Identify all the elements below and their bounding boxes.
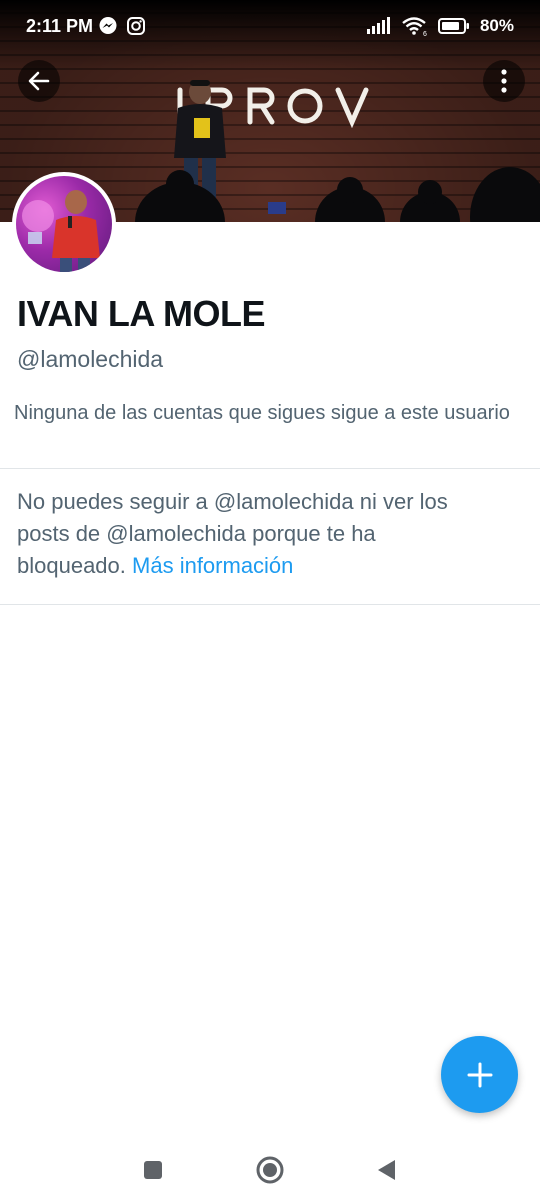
system-back-button[interactable] xyxy=(366,1152,406,1188)
signal-icon xyxy=(366,17,390,34)
battery-percent: 80% xyxy=(479,16,514,35)
more-options-button[interactable] xyxy=(483,60,525,102)
circle-home-icon xyxy=(256,1156,284,1184)
back-button[interactable] xyxy=(18,60,60,102)
instagram-icon xyxy=(127,17,145,35)
messenger-icon xyxy=(99,17,117,34)
more-info-link[interactable]: Más información xyxy=(132,553,293,578)
profile-name: IVAN LA MOLE xyxy=(17,293,266,334)
battery-icon xyxy=(437,18,469,34)
system-nav-bar xyxy=(0,1140,540,1200)
avatar-person-graphic xyxy=(22,190,100,272)
status-bar: 2:11 PM 6 80% xyxy=(0,0,540,56)
compose-fab-button[interactable] xyxy=(441,1036,518,1113)
triangle-back-icon xyxy=(378,1160,395,1180)
avatar-frame[interactable] xyxy=(12,172,116,276)
profile-screen: 2:11 PM 6 80% IVAN LA MOLE @lamolechida … xyxy=(0,0,540,1200)
divider xyxy=(0,468,540,469)
divider xyxy=(0,604,540,605)
svg-text:6: 6 xyxy=(423,31,427,36)
status-right-group: 6 80% xyxy=(366,16,514,36)
blocked-message: No puedes seguir a @lamolechida ni ver l… xyxy=(17,486,487,582)
home-button[interactable] xyxy=(250,1152,290,1188)
profile-handle: @lamolechida xyxy=(17,346,164,372)
more-vertical-icon xyxy=(501,69,507,93)
arrow-left-icon xyxy=(28,71,50,91)
recents-button[interactable] xyxy=(133,1152,173,1188)
status-app-icons xyxy=(98,16,146,36)
avatar xyxy=(16,176,112,272)
followers-you-know-note: Ninguna de las cuentas que sigues sigue … xyxy=(14,402,510,424)
status-time: 2:11 PM xyxy=(26,16,94,36)
wifi-icon: 6 xyxy=(402,17,427,36)
plus-icon xyxy=(467,1062,492,1087)
square-icon xyxy=(144,1161,162,1179)
